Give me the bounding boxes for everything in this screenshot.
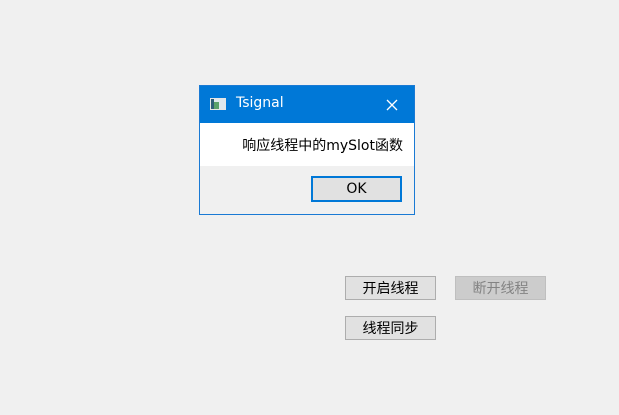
stop-thread-button: 断开线程	[455, 276, 546, 300]
dialog-message: 响应线程中的mySlot函数	[242, 138, 403, 154]
dialog-footer: OK	[200, 166, 414, 214]
start-thread-button[interactable]: 开启线程	[345, 276, 436, 300]
close-button[interactable]	[370, 86, 414, 123]
close-icon	[386, 99, 398, 110]
dialog-titlebar[interactable]: Tsignal	[200, 86, 414, 123]
window-icon	[210, 98, 226, 110]
sync-thread-button[interactable]: 线程同步	[345, 316, 436, 340]
message-dialog: Tsignal 响应线程中的mySlot函数 OK	[199, 85, 415, 215]
ok-button[interactable]: OK	[311, 176, 402, 202]
dialog-content: 响应线程中的mySlot函数	[200, 123, 414, 166]
dialog-title: Tsignal	[236, 95, 284, 111]
